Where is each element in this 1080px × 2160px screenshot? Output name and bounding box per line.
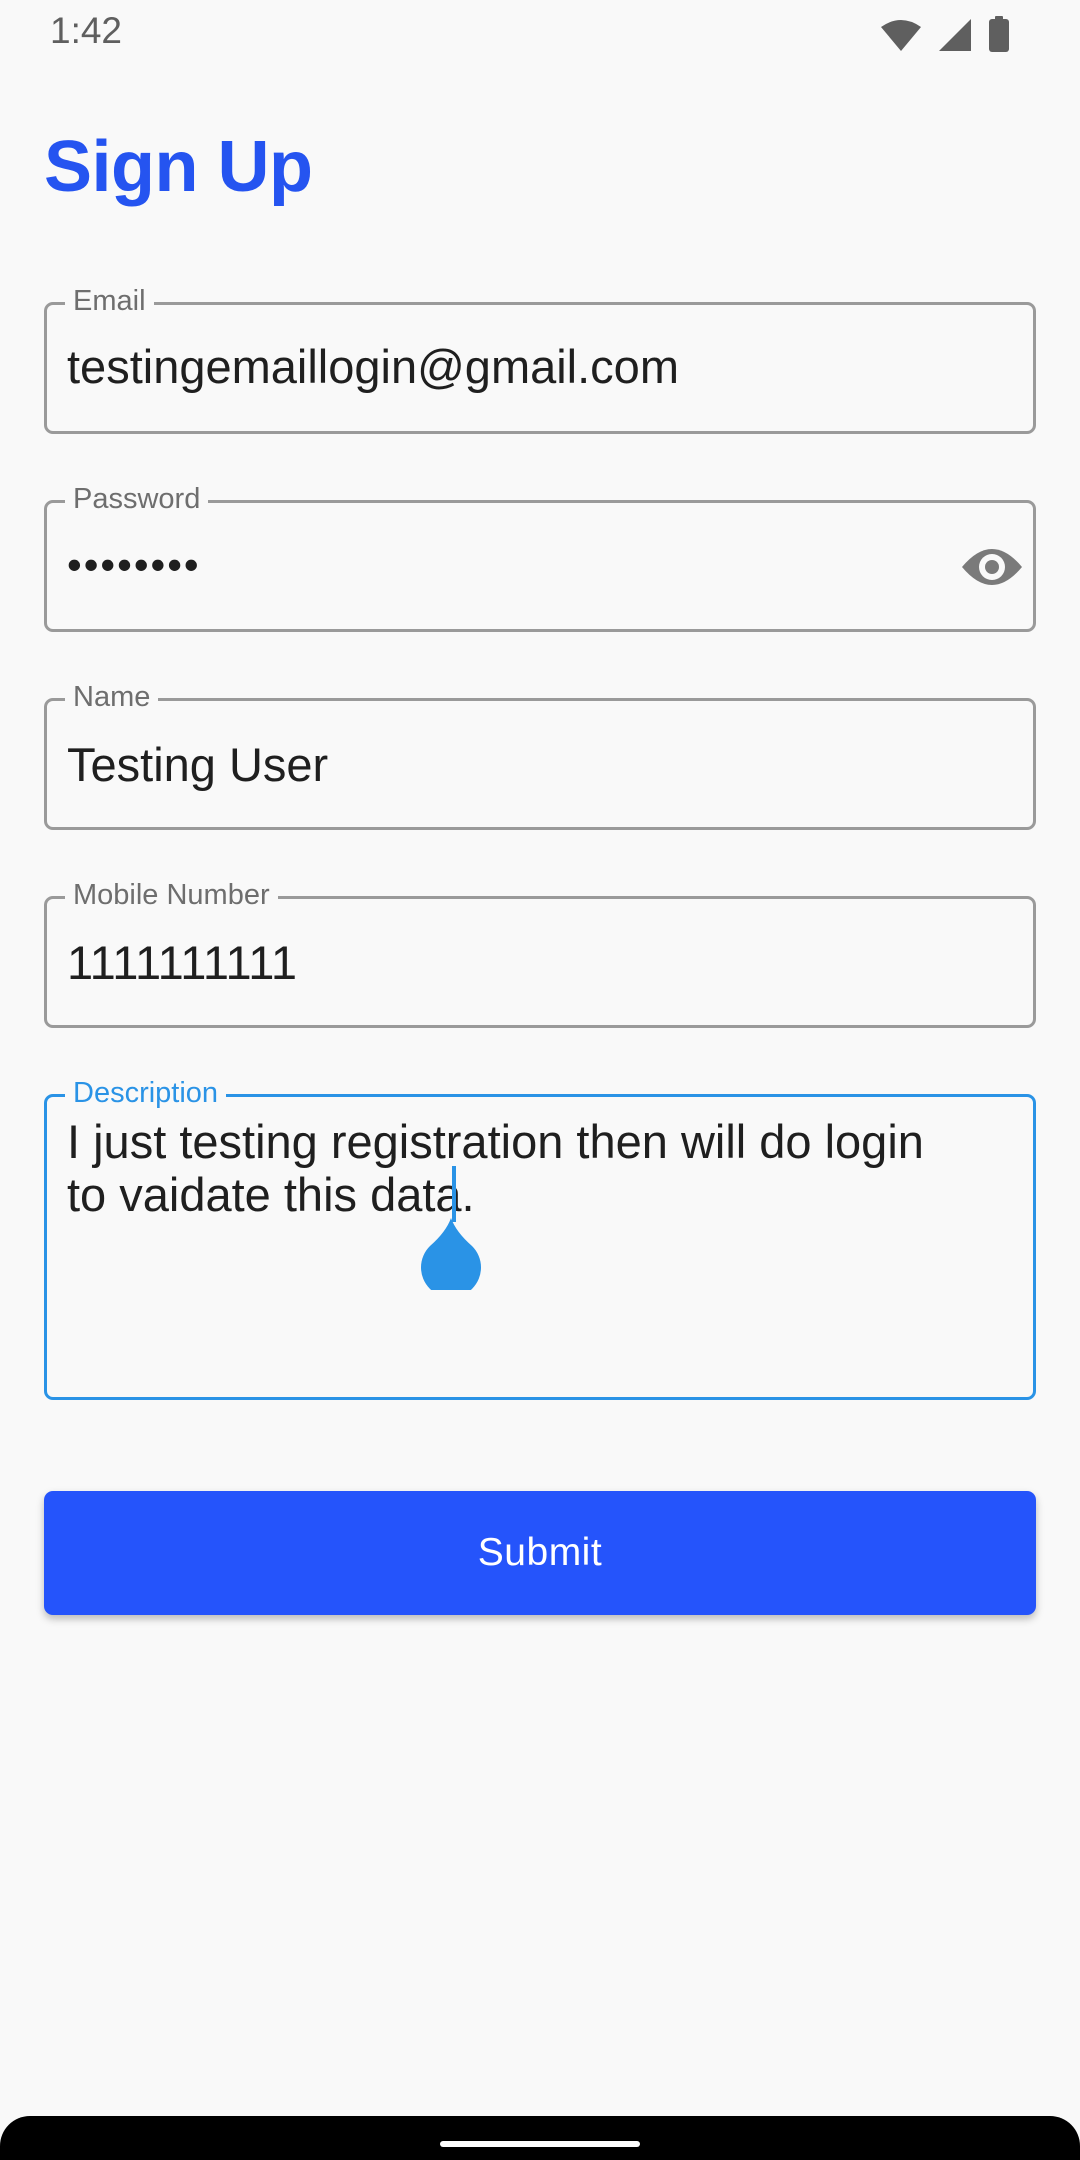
mobile-number-label: Mobile Number (65, 875, 278, 915)
home-indicator[interactable] (440, 2141, 640, 2147)
text-caret (452, 1166, 456, 1222)
email-value: testingemaillogin@gmail.com (67, 340, 679, 393)
password-label: Password (65, 479, 209, 519)
battery-icon (988, 16, 1010, 52)
description-label: Description (65, 1073, 227, 1113)
password-value: •••••••• (67, 541, 201, 588)
description-field[interactable]: Description I just testing registration … (44, 1073, 1036, 1400)
email-label: Email (65, 281, 154, 321)
navigation-bar (0, 2116, 1080, 2160)
name-field[interactable]: Name Testing User (44, 677, 1036, 830)
status-icons (880, 14, 1010, 52)
name-value: Testing User (67, 738, 329, 791)
mobile-number-field[interactable]: Mobile Number 1111111111 (44, 875, 1036, 1028)
name-label: Name (65, 677, 159, 717)
description-value: I just testing registration then will do… (67, 1115, 924, 1221)
cursor-handle-icon[interactable] (420, 1218, 482, 1298)
status-time: 1:42 (50, 10, 123, 51)
status-bar: 1:42 (0, 0, 1080, 66)
password-field[interactable]: Password •••••••• (44, 479, 1036, 632)
page-title: Sign Up (44, 127, 313, 207)
wifi-icon (880, 20, 922, 52)
cellular-signal-icon (938, 18, 972, 52)
submit-button[interactable]: Submit (44, 1491, 1036, 1615)
email-field[interactable]: Email testingemaillogin@gmail.com (44, 281, 1036, 434)
eye-icon[interactable] (959, 541, 1025, 598)
mobile-number-value: 1111111111 (67, 936, 297, 989)
sign-up-screen: 1:42 Sign Up Email testingemaillogin@gma… (0, 0, 1080, 2160)
